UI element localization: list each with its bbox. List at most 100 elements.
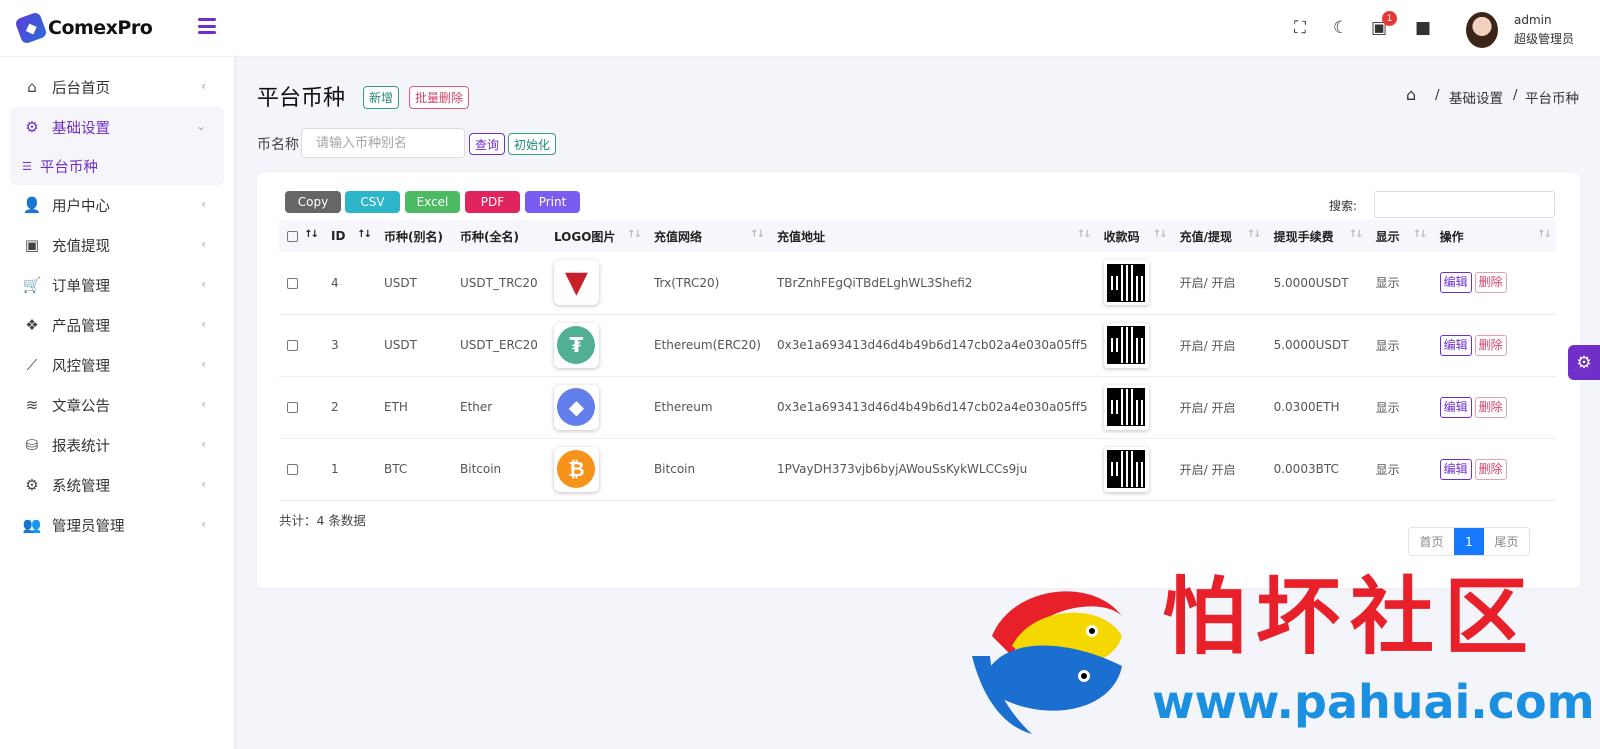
sort-icon[interactable]: ↑↓ (1153, 229, 1168, 240)
row-checkbox[interactable] (287, 402, 298, 413)
col-id[interactable]: ID ↑↓ (323, 220, 376, 252)
search-label: 搜索: (1329, 199, 1358, 213)
cell-alias: BTC (384, 462, 408, 476)
row-checkbox[interactable] (287, 277, 298, 289)
tether-logo-icon: ₮ (553, 322, 599, 368)
col-display[interactable]: 显示 ↑↓ (1368, 220, 1432, 252)
csv-button[interactable]: CSV (345, 191, 400, 213)
chevron-left-icon: ‹ (201, 397, 206, 411)
sidebar-item-products[interactable]: ❖ 产品管理 ‹ (0, 305, 234, 345)
chevron-left-icon: ‹ (201, 357, 206, 371)
user-name[interactable]: admin (1514, 13, 1552, 27)
message-icon[interactable]: ■ (1415, 18, 1431, 38)
sort-icon[interactable]: ↑↓ (1077, 229, 1092, 240)
col-full-name: 币种(全名) (460, 229, 519, 244)
sidebar-item-basic-settings[interactable]: ⚙ 基础设置 ⌄ (10, 107, 224, 147)
sidebar-item-label: 文章公告 (52, 398, 110, 415)
select-all-checkbox[interactable] (287, 231, 298, 242)
select-all-header[interactable]: ↑↓ (279, 220, 323, 252)
chevron-down-icon: ⌄ (195, 119, 206, 133)
col-withdraw-fee[interactable]: 提现手续费 ↑↓ (1266, 220, 1368, 252)
qr-code-icon[interactable] (1103, 384, 1149, 430)
edit-button[interactable]: 编辑 (1439, 272, 1472, 294)
sort-icon[interactable]: ↑↓ (1247, 229, 1262, 240)
query-button[interactable]: 查询 (469, 133, 506, 155)
sort-icon[interactable]: ↑↓ (627, 229, 642, 240)
copy-button[interactable]: Copy (285, 191, 341, 213)
col-qrcode[interactable]: 收款码 ↑↓ (1096, 220, 1172, 252)
pdf-button[interactable]: PDF (465, 191, 520, 213)
sidebar-item-admins[interactable]: 👥 管理员管理 ‹ (0, 505, 234, 545)
col-actions[interactable]: 操作 ↑↓ (1432, 220, 1556, 252)
edit-button[interactable]: 编辑 (1439, 458, 1472, 480)
first-page-button[interactable]: 首页 (1409, 528, 1454, 555)
cell-status: 开启/ 开启 (1179, 276, 1236, 291)
col-address[interactable]: 充值地址 ↑↓ (769, 220, 1096, 252)
brand-name: ComexPro (48, 17, 153, 39)
cell-full-name: USDT_ERC20 (460, 338, 538, 352)
brand-logo-icon: ◆ (14, 11, 48, 45)
qr-code-icon[interactable] (1103, 260, 1149, 306)
qr-code-icon[interactable] (1103, 322, 1149, 368)
edit-button[interactable]: 编辑 (1439, 396, 1472, 418)
cell-status: 开启/ 开启 (1179, 400, 1236, 415)
breadcrumb-separator: / (1435, 87, 1440, 103)
sort-icon[interactable]: ↑↓ (304, 229, 319, 240)
sidebar-item-risk[interactable]: ⟋ 风控管理 ‹ (0, 345, 234, 385)
sidebar-item-label: 订单管理 (52, 278, 110, 295)
row-checkbox[interactable] (287, 464, 298, 475)
sidebar-item-deposit-withdraw[interactable]: ▣ 充值提现 ‹ (0, 225, 234, 265)
init-button[interactable]: 初始化 (508, 133, 557, 155)
bulk-delete-button[interactable]: 批量删除 (409, 86, 470, 109)
coin-name-input[interactable] (301, 128, 465, 158)
sidebar-item-home[interactable]: ⌂ 后台首页 ‹ (0, 67, 234, 107)
sort-icon[interactable]: ↑↓ (357, 229, 372, 240)
settings-gear-icon[interactable]: ⚙ (1568, 345, 1600, 380)
current-page-button[interactable]: 1 (1454, 528, 1484, 555)
menu-toggle-icon[interactable] (198, 18, 216, 34)
col-network[interactable]: 充值网络 ↑↓ (646, 220, 769, 252)
col-logo[interactable]: LOGO图片 ↑↓ (546, 220, 646, 252)
sidebar-item-articles[interactable]: ≋ 文章公告 ‹ (0, 385, 234, 425)
sort-icon[interactable]: ↑↓ (1413, 229, 1428, 240)
search-input[interactable] (1374, 191, 1555, 218)
cell-address: 0x3e1a693413d46d4b49b6d147cb02a4e030a05f… (776, 400, 1088, 414)
fullscreen-icon[interactable]: ⛶ (1294, 18, 1306, 38)
notification-badge: 1 (1382, 11, 1397, 26)
delete-button[interactable]: 删除 (1474, 396, 1507, 418)
sidebar-item-orders[interactable]: 🛒 订单管理 ‹ (0, 265, 234, 305)
table-row: 3 USDT USDT_ERC20 ₮ Ethereum(ERC20) 0x3e… (279, 314, 1556, 376)
dark-mode-moon-icon[interactable]: ☾ (1333, 18, 1348, 38)
sort-icon[interactable]: ↑↓ (1349, 229, 1364, 240)
excel-button[interactable]: Excel (405, 191, 460, 213)
sort-icon[interactable]: ↑↓ (750, 229, 765, 240)
sort-icon[interactable]: ↑↓ (1537, 229, 1552, 240)
breadcrumb-home-icon[interactable]: ⌂ (1406, 85, 1416, 104)
edit-button[interactable]: 编辑 (1439, 334, 1472, 356)
col-deposit-withdraw[interactable]: 充值/提现 ↑↓ (1172, 220, 1266, 252)
cell-address: TBrZnhFEgQiTBdELghWL3Shefi2 (776, 275, 973, 290)
sidebar-subitem-platform-coins[interactable]: ☰ 平台币种 (10, 147, 224, 185)
avatar[interactable] (1466, 12, 1498, 48)
sidebar-item-system[interactable]: ⚙ 系统管理 ‹ (0, 465, 234, 505)
sidebar-item-reports[interactable]: ⛁ 报表统计 ‹ (0, 425, 234, 465)
breadcrumb-separator: / (1513, 87, 1518, 103)
cell-full-name: Ether (460, 400, 493, 414)
home-icon: ⌂ (27, 78, 37, 96)
delete-button[interactable]: 删除 (1474, 334, 1507, 356)
add-button[interactable]: 新增 (363, 86, 400, 109)
breadcrumb-item[interactable]: 基础设置 (1449, 87, 1503, 107)
table-header-row: ↑↓ ID ↑↓ 币种(别名) 币种(全名) LOGO图片 ↑↓ 充值网络 ↑↓ 充值… (279, 220, 1556, 252)
chevron-left-icon: ‹ (201, 477, 206, 491)
delete-button[interactable]: 删除 (1474, 272, 1507, 294)
sidebar-item-users[interactable]: 👤 用户中心 ‹ (0, 185, 234, 225)
cell-network: Bitcoin (653, 462, 696, 476)
last-page-button[interactable]: 尾页 (1484, 528, 1529, 555)
qr-code-icon[interactable] (1103, 446, 1149, 492)
sidebar-item-label: 平台币种 (39, 159, 98, 176)
coin-name-label: 币名称 (257, 137, 299, 153)
row-checkbox[interactable] (287, 340, 298, 351)
topbar (234, 0, 1600, 57)
print-button[interactable]: Print (525, 191, 580, 213)
delete-button[interactable]: 删除 (1474, 458, 1507, 480)
